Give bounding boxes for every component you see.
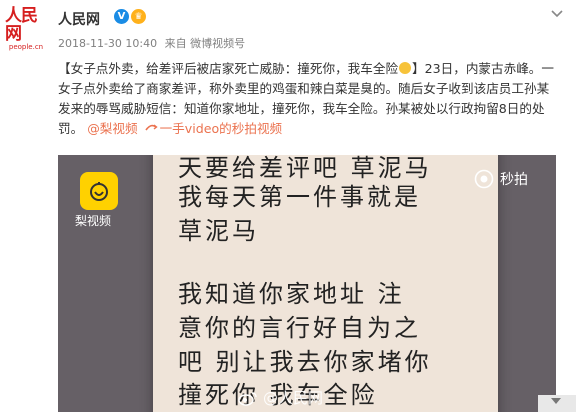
video-player[interactable]: 天要给差评吧 草泥马 我每天第一件事就是 草泥马 我知道你家地址 注 意你的言行…	[58, 155, 556, 412]
pear-video-label: 梨视频	[75, 214, 112, 228]
verified-v-icon: V	[114, 9, 129, 24]
mention-link[interactable]: @梨视频	[87, 121, 137, 136]
pear-icon	[90, 182, 108, 201]
note-line: 意你的言行好自为之	[178, 314, 421, 342]
watermark-text: @人民网	[263, 389, 324, 407]
chevron-down-icon[interactable]	[549, 5, 565, 21]
note-line: 吧 别让我去你家堵你	[178, 348, 432, 376]
note-line: 我知道你家地址 注	[178, 280, 405, 308]
post-source[interactable]: 来自 微博视频号	[165, 37, 246, 50]
crown-icon[interactable]: ♛	[131, 9, 146, 24]
avatar-mark: 人民网	[5, 6, 38, 44]
user-badges: V ♛	[114, 9, 146, 24]
video-source-link[interactable]: 一手video的秒拍视频	[160, 121, 283, 136]
miaopai-label: 秒拍	[500, 172, 528, 188]
post-time[interactable]: 2018-11-30 10:40	[58, 37, 157, 50]
note-line: 我每天第一件事就是	[178, 183, 421, 211]
post-text-part1: 【女子点外卖，给差评后被店家死亡威胁：撞死你，我车全险	[58, 61, 399, 76]
video-link-icon[interactable]	[144, 121, 158, 135]
pear-video-logo	[80, 172, 118, 210]
user-name[interactable]: 人民网	[58, 9, 100, 29]
weibo-watermark: @人民网	[238, 387, 323, 408]
scroll-down-button[interactable]	[538, 395, 576, 412]
miaopai-icon	[474, 169, 494, 189]
post-meta: 2018-11-30 10:40 来自 微博视频号	[58, 35, 249, 51]
avatar[interactable]: 人民网 people.cn	[5, 6, 47, 51]
miaopai-brand: 秒拍	[474, 169, 528, 189]
note-line: 草泥马	[178, 217, 259, 245]
post-text: 【女子点外卖，给差评后被店家死亡威胁：撞死你，我车全险 】23日，内蒙古赤峰。一女…	[58, 59, 558, 139]
avatar-url: people.cn	[8, 43, 44, 51]
emoji-icon	[399, 62, 412, 74]
weibo-icon	[238, 391, 257, 406]
